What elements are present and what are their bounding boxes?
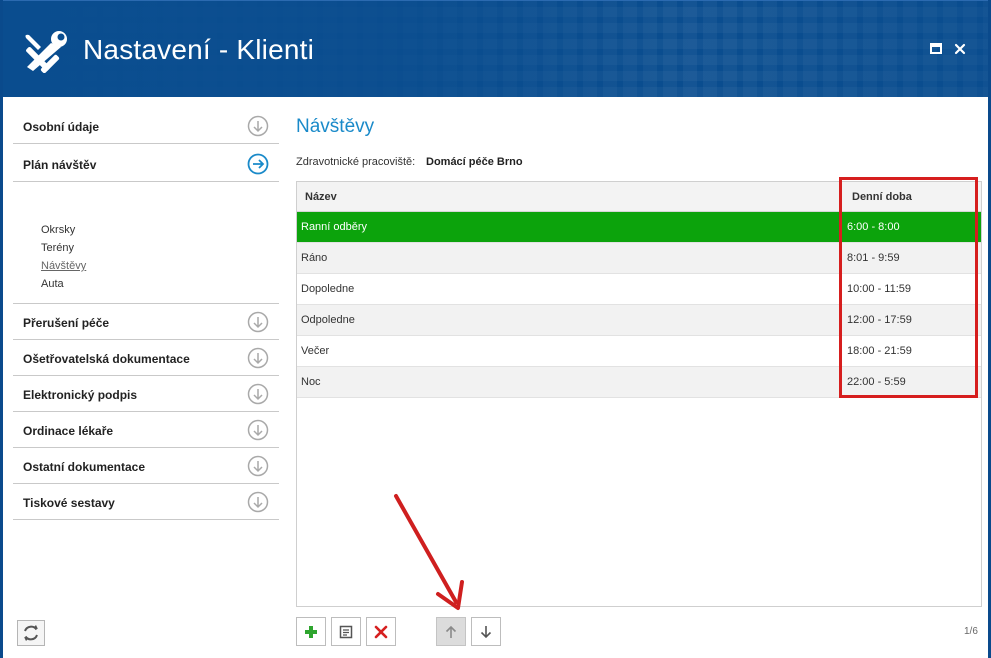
arrow-annotation [394,494,464,610]
pager: 1/6 [964,626,978,637]
delete-icon [374,625,388,639]
sidebar-item-tiskove-sestavy[interactable]: Tiskové sestavy [13,484,279,520]
add-button[interactable] [296,617,326,646]
cell-name: Dopoledne [301,283,355,295]
cell-name: Odpoledne [301,314,355,326]
arrow-down-circle-icon [247,115,269,137]
sidebar-item-label: Ordinace lékaře [23,424,114,438]
arrow-down-circle-icon [247,419,269,441]
sidebar-item-label: Tiskové sestavy [23,496,115,510]
move-up-icon [445,625,457,638]
highlight-box-annotation [839,177,978,398]
title-bar: Nastavení - Klienti [3,0,988,97]
sidebar-subitem-okrsky[interactable]: Okrsky [41,224,75,236]
sidebar-item-label: Plán návštěv [23,158,97,172]
sidebar-item-ordinace-lekare[interactable]: Ordinace lékaře [13,412,279,448]
sidebar-item-plan-navstev[interactable]: Plán návštěv [13,144,279,182]
arrow-down-circle-icon [247,311,269,333]
sidebar-subitem-tereny[interactable]: Terény [41,242,74,254]
sidebar-subitem-navstevy[interactable]: Návštěvy [41,260,86,272]
add-icon [305,626,317,638]
sidebar-item-ostatni-dokumentace[interactable]: Ostatní dokumentace [13,448,279,484]
sidebar-item-elektronicky-podpis[interactable]: Elektronický podpis [13,376,279,412]
arrow-down-circle-icon [247,347,269,369]
sidebar-item-label: Ošetřovatelská dokumentace [23,352,190,366]
refresh-icon [24,625,38,641]
move-down-icon [480,626,492,639]
sidebar-item-osobni-udaje[interactable]: Osobní údaje [13,108,279,144]
sidebar-item-preruseni-pece[interactable]: Přerušení péče [13,304,279,340]
sidebar-item-label: Ostatní dokumentace [23,460,146,474]
column-header-nazev[interactable]: Název [305,191,337,203]
window-title: Nastavení - Klienti [83,34,315,65]
move-up-button[interactable] [436,617,466,646]
sidebar-item-label: Elektronický podpis [23,388,138,402]
page-title: Návštěvy [296,116,375,137]
cell-name: Ranní odběry [301,221,368,233]
sidebar: Osobní údaje Plán návštěv Okrsky Terény … [13,108,279,520]
move-down-button[interactable] [471,617,501,646]
settings-window: Nastavení - Klienti Osobní údaje Plán ná… [0,0,991,658]
tools-icon [25,31,67,73]
workplace-label: Zdravotnické pracoviště: [296,156,416,168]
edit-icon [339,625,353,639]
delete-button[interactable] [366,617,396,646]
workplace-value: Domácí péče Brno [426,156,523,168]
maximize-icon[interactable] [928,41,944,57]
sidebar-item-label: Přerušení péče [23,316,110,330]
sidebar-subitem-auta[interactable]: Auta [41,278,64,290]
cell-name: Večer [301,345,330,357]
sidebar-item-label: Osobní údaje [23,120,100,134]
sidebar-item-osetrovatelska-dokumentace[interactable]: Ošetřovatelská dokumentace [13,340,279,376]
cell-name: Noc [301,376,321,388]
edit-button[interactable] [331,617,361,646]
arrow-down-circle-icon [247,491,269,513]
close-icon[interactable] [952,41,968,57]
cell-name: Ráno [301,252,328,264]
refresh-button[interactable] [17,620,45,646]
arrow-right-circle-icon [247,153,269,175]
sidebar-group-plan-navstev: Plán návštěv Okrsky Terény Návštěvy Auta [13,144,279,304]
arrow-down-circle-icon [247,455,269,477]
arrow-down-circle-icon [247,383,269,405]
